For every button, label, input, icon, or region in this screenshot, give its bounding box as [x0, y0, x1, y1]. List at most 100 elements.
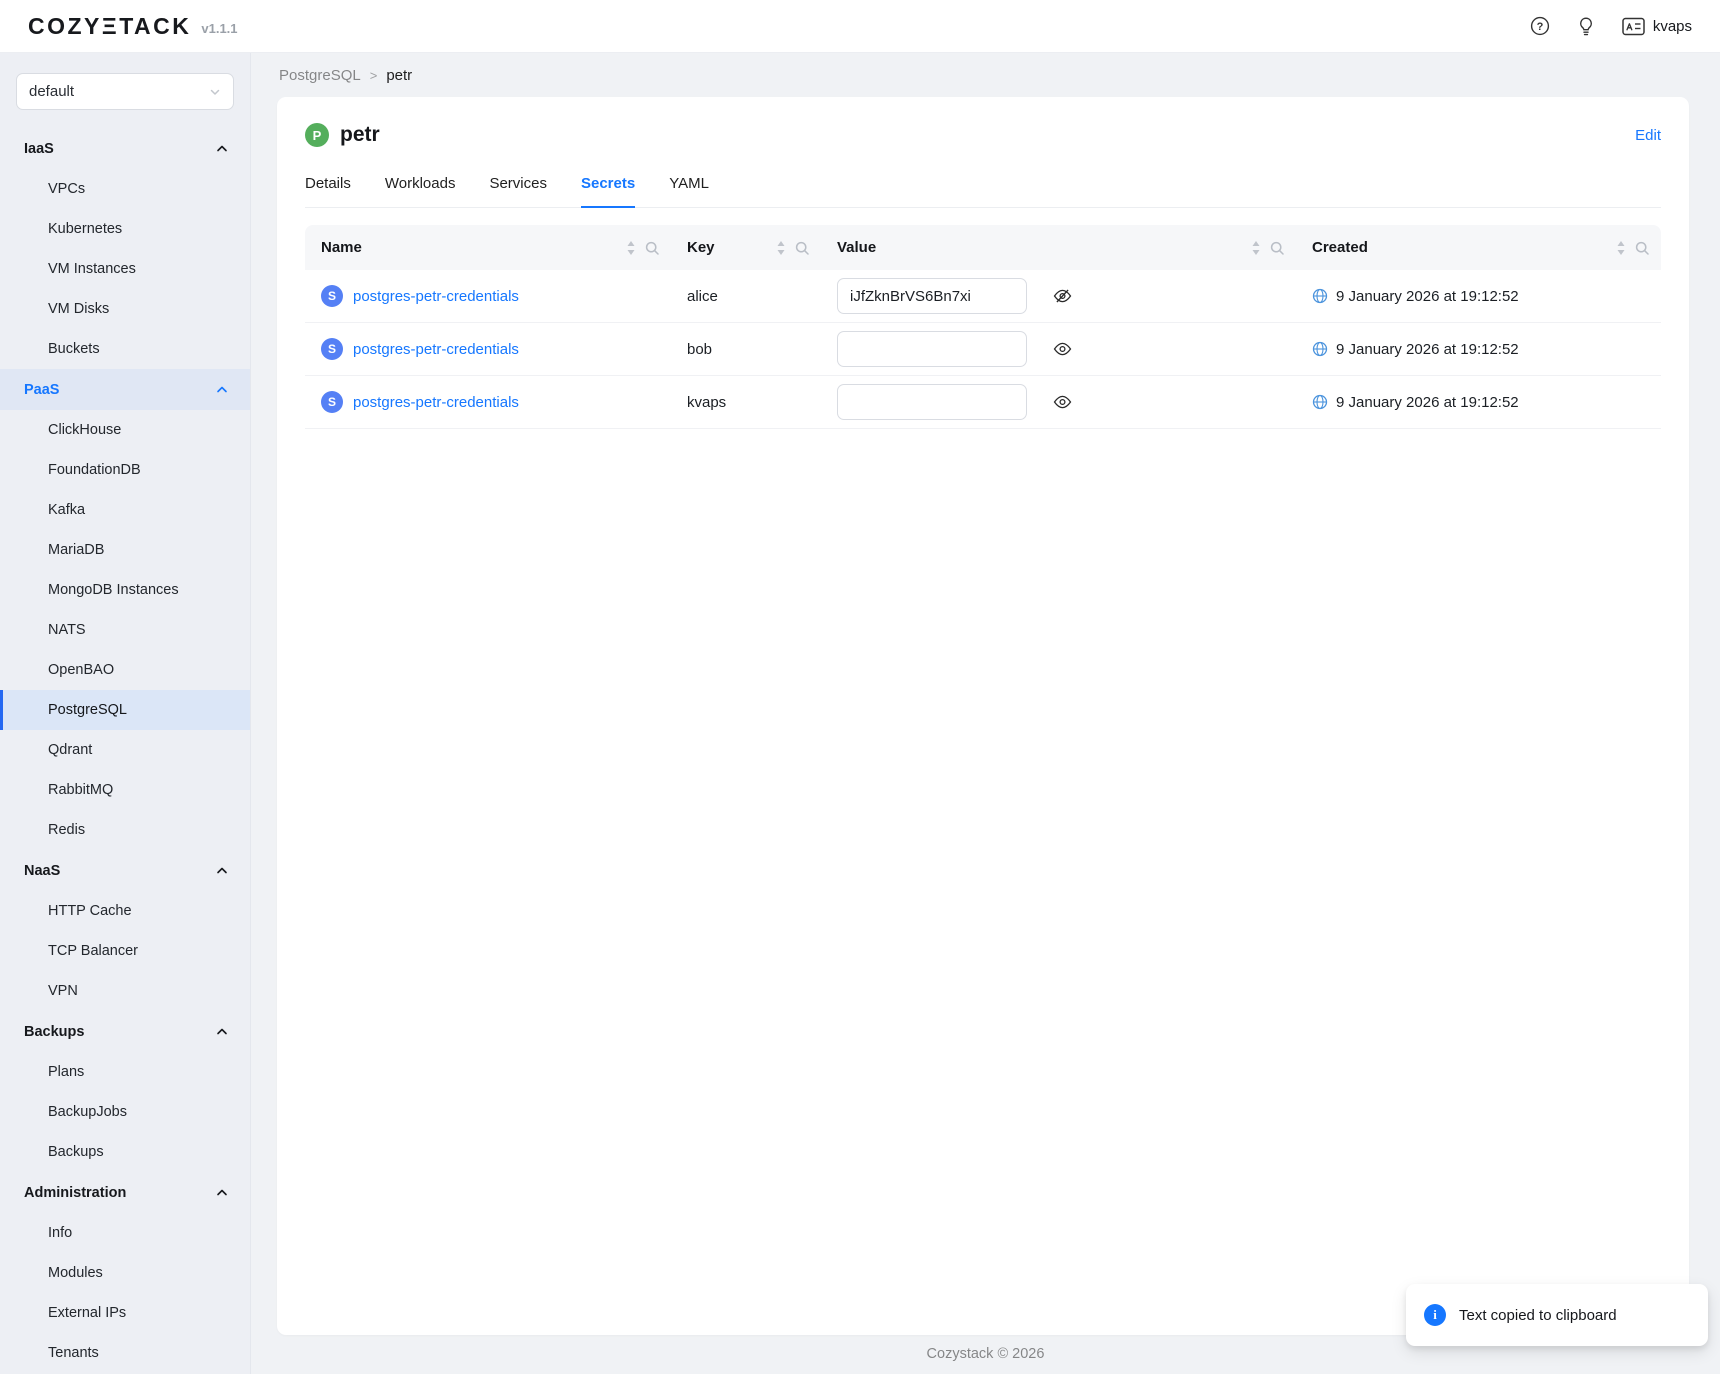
sidebar-section-label: NaaS [24, 863, 60, 879]
edit-button[interactable]: Edit [1635, 127, 1661, 144]
sidebar-item-qdrant[interactable]: Qdrant [0, 730, 250, 770]
sidebar-item-info[interactable]: Info [0, 1213, 250, 1253]
toast-notification: Text copied to clipboard [1406, 1284, 1708, 1346]
sidebar-item-tcp-balancer[interactable]: TCP Balancer [0, 931, 250, 971]
sidebar-item-vpn[interactable]: VPN [0, 971, 250, 1011]
sidebar-item-mongodb-instances[interactable]: MongoDB Instances [0, 570, 250, 610]
search-icon[interactable] [1635, 241, 1649, 255]
value-cell [821, 384, 1296, 420]
sidebar-item-modules[interactable]: Modules [0, 1253, 250, 1293]
app-logo[interactable]: COZYΞTACK [28, 13, 191, 40]
sidebar-item-backups[interactable]: Backups [0, 1132, 250, 1172]
table-row: S postgres-petr-credentials kvaps 9 Janu… [305, 376, 1661, 429]
created-timestamp: 9 January 2026 at 19:12:52 [1336, 288, 1519, 305]
secret-name-link[interactable]: postgres-petr-credentials [353, 394, 519, 411]
sidebar-item-kafka[interactable]: Kafka [0, 490, 250, 530]
tabs: Details Workloads Services Secrets YAML [305, 175, 1661, 208]
name-cell: S postgres-petr-credentials [305, 391, 671, 413]
column-header-name: Name [305, 239, 671, 256]
username: kvaps [1653, 18, 1692, 35]
name-cell: S postgres-petr-credentials [305, 285, 671, 307]
sidebar-section-iaas[interactable]: IaaS [0, 128, 250, 169]
sidebar-item-external-ips[interactable]: External IPs [0, 1293, 250, 1333]
app-version: v1.1.1 [201, 21, 237, 36]
sidebar-item-foundationdb[interactable]: FoundationDB [0, 450, 250, 490]
column-label: Name [321, 239, 362, 256]
user-menu[interactable]: kvaps [1622, 17, 1692, 36]
sidebar-item-mariadb[interactable]: MariaDB [0, 530, 250, 570]
value-cell [821, 278, 1296, 314]
sidebar-section-label: IaaS [24, 141, 54, 157]
sidebar-section-naas[interactable]: NaaS [0, 850, 250, 891]
eye-off-icon[interactable] [1053, 287, 1072, 305]
globe-icon [1312, 394, 1328, 410]
column-label: Created [1312, 239, 1368, 256]
secret-name-link[interactable]: postgres-petr-credentials [353, 288, 519, 305]
sidebar-section-backups[interactable]: Backups [0, 1011, 250, 1052]
help-icon[interactable]: ? [1530, 16, 1550, 36]
tenant-selector-value: default [29, 83, 74, 100]
chevron-up-icon [216, 384, 228, 395]
created-timestamp: 9 January 2026 at 19:12:52 [1336, 341, 1519, 358]
chevron-up-icon [216, 1187, 228, 1198]
sidebar-item-tenants[interactable]: Tenants [0, 1333, 250, 1373]
sidebar-item-http-cache[interactable]: HTTP Cache [0, 891, 250, 931]
sort-icon[interactable] [1616, 240, 1626, 256]
secret-name-link[interactable]: postgres-petr-credentials [353, 341, 519, 358]
eye-icon[interactable] [1053, 393, 1072, 411]
sidebar-item-postgresql[interactable]: PostgreSQL [0, 690, 250, 730]
sidebar-item-vm-instances[interactable]: VM Instances [0, 249, 250, 289]
eye-icon[interactable] [1053, 340, 1072, 358]
tab-services[interactable]: Services [489, 175, 547, 207]
sidebar-item-nats[interactable]: NATS [0, 610, 250, 650]
breadcrumb-separator: > [370, 68, 378, 83]
avatar: P [305, 123, 329, 147]
lightbulb-icon[interactable] [1576, 16, 1596, 37]
sidebar-item-redis[interactable]: Redis [0, 810, 250, 850]
search-icon[interactable] [795, 241, 809, 255]
sort-icon[interactable] [1251, 240, 1261, 256]
toast-message: Text copied to clipboard [1459, 1307, 1617, 1324]
column-header-key: Key [671, 239, 821, 256]
idcard-icon [1622, 17, 1645, 36]
sidebar-item-openbao[interactable]: OpenBAO [0, 650, 250, 690]
secret-value-input[interactable] [837, 278, 1027, 314]
search-icon[interactable] [645, 241, 659, 255]
key-cell: alice [671, 288, 821, 305]
sidebar-item-vm-disks[interactable]: VM Disks [0, 289, 250, 329]
sidebar-item-backupjobs[interactable]: BackupJobs [0, 1092, 250, 1132]
table-header-row: Name Key Value [305, 225, 1661, 270]
search-icon[interactable] [1270, 241, 1284, 255]
secret-value-input[interactable] [837, 384, 1027, 420]
tenant-selector[interactable]: default [16, 73, 234, 110]
key-cell: bob [671, 341, 821, 358]
sidebar-section-paas[interactable]: PaaS [0, 369, 250, 410]
secrets-table: Name Key Value [305, 225, 1661, 429]
sidebar-section-label: Backups [24, 1024, 84, 1040]
app-header: COZYΞTACK v1.1.1 ? kvaps [0, 0, 1720, 53]
sort-icon[interactable] [626, 240, 636, 256]
tab-details[interactable]: Details [305, 175, 351, 207]
tab-secrets[interactable]: Secrets [581, 175, 635, 208]
tab-yaml[interactable]: YAML [669, 175, 709, 207]
secret-badge-icon: S [321, 338, 343, 360]
breadcrumb-parent[interactable]: PostgreSQL [279, 67, 361, 84]
created-cell: 9 January 2026 at 19:12:52 [1296, 341, 1661, 358]
chevron-down-icon [209, 86, 221, 98]
sidebar-item-clickhouse[interactable]: ClickHouse [0, 410, 250, 450]
sort-icon[interactable] [776, 240, 786, 256]
sidebar-section-administration[interactable]: Administration [0, 1172, 250, 1213]
key-cell: kvaps [671, 394, 821, 411]
sidebar-item-vpcs[interactable]: VPCs [0, 169, 250, 209]
sidebar-item-rabbitmq[interactable]: RabbitMQ [0, 770, 250, 810]
secret-value-input[interactable] [837, 331, 1027, 367]
breadcrumb: PostgreSQL > petr [251, 53, 1720, 84]
sidebar-item-plans[interactable]: Plans [0, 1052, 250, 1092]
sidebar-section-label: PaaS [24, 382, 59, 398]
secret-badge-icon: S [321, 391, 343, 413]
sidebar-item-kubernetes[interactable]: Kubernetes [0, 209, 250, 249]
tab-workloads[interactable]: Workloads [385, 175, 456, 207]
value-cell [821, 331, 1296, 367]
sidebar-item-buckets[interactable]: Buckets [0, 329, 250, 369]
created-timestamp: 9 January 2026 at 19:12:52 [1336, 394, 1519, 411]
